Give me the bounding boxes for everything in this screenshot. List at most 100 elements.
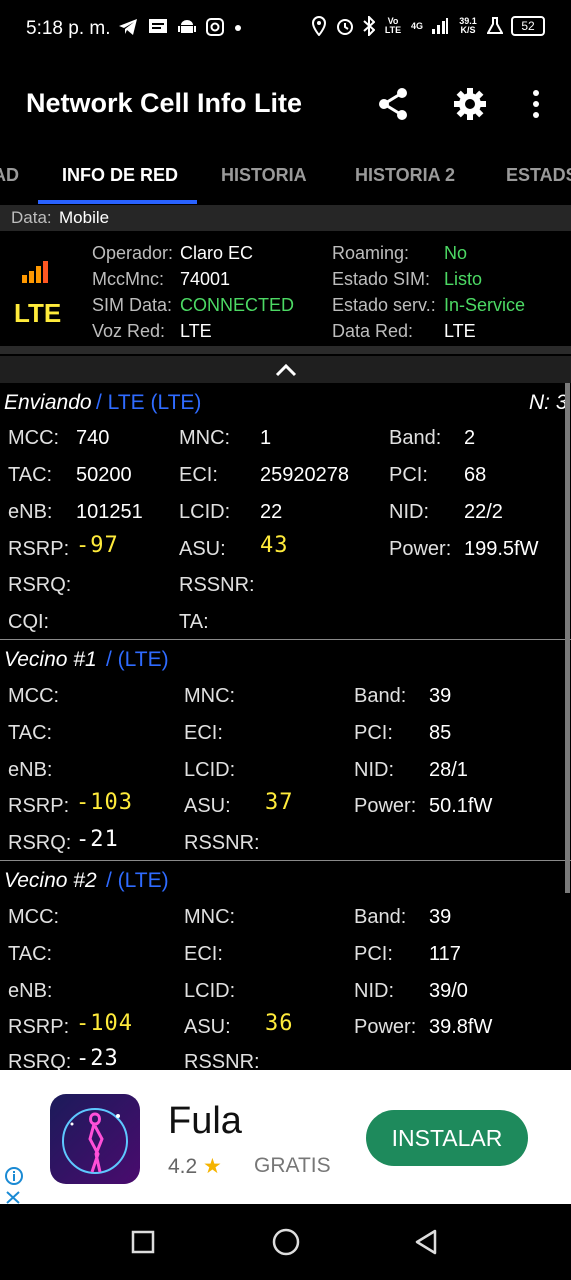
tac-label: TAC: <box>8 943 53 965</box>
pci-value: 68 <box>464 464 487 486</box>
rssnr-label: RSSNR: <box>179 574 255 596</box>
star-icon: ★ <box>203 1155 222 1178</box>
ad-banner[interactable]: Fula 4.2 ★ GRATIS INSTALAR <box>0 1070 571 1204</box>
rsrq-label: RSRQ: <box>8 1051 72 1070</box>
collapse-bar[interactable] <box>0 356 571 383</box>
ad-price: GRATIS <box>254 1154 331 1177</box>
rsrp-label: RSRP: <box>8 795 70 817</box>
status-time: 5:18 p. m. <box>26 18 111 39</box>
tab-historia[interactable]: HISTORIA <box>221 165 307 186</box>
speed-icon: 39.1 K/S <box>459 16 477 35</box>
status-left-icons <box>118 18 242 36</box>
voice-network-label: Voz Red: <box>92 321 166 341</box>
neighbor2-subtitle: / (LTE) <box>106 869 169 892</box>
pci-label: PCI: <box>389 464 428 486</box>
nid-value: 39/0 <box>429 980 468 1002</box>
power-label: Power: <box>389 538 452 560</box>
lcid-label: LCID: <box>184 759 236 781</box>
more-options-button[interactable] <box>516 84 556 124</box>
share-button[interactable] <box>373 84 413 124</box>
network-summary: LTE Operador: Claro EC MccMnc: 74001 SIM… <box>0 231 571 346</box>
asu-label: ASU: <box>184 1016 231 1038</box>
scrollbar[interactable] <box>565 383 570 893</box>
eci-value: 25920278 <box>260 464 349 486</box>
tab-estads[interactable]: ESTADS <box>506 165 571 186</box>
status-right-icons: Vo LTE 4G 39.1 K/S 52 <box>311 16 545 36</box>
ad-app-icon[interactable] <box>50 1094 140 1184</box>
neighbor1-title: Vecino #1 <box>4 648 97 671</box>
rssnr-label: RSSNR: <box>184 832 260 854</box>
sim-data-label: SIM Data: <box>92 295 173 315</box>
nid-label: NID: <box>389 501 429 523</box>
service-state-value: In-Service <box>444 295 526 315</box>
status-bar: 5:18 p. m. Vo LTE 4G 39.1 K/S 52 <box>0 0 571 60</box>
rsrp-label: RSRP: <box>8 1016 70 1038</box>
enb-label: eNB: <box>8 759 53 781</box>
tac-value: 50200 <box>76 464 132 486</box>
ad-close-icon[interactable] <box>5 1190 21 1204</box>
asu-value: 36 <box>265 1011 294 1036</box>
ad-rating: 4.2 ★ <box>168 1154 222 1179</box>
signal-icon <box>432 18 448 34</box>
nid-value: 28/1 <box>429 759 468 781</box>
operator-label: Operador: <box>92 243 174 263</box>
back-button[interactable] <box>408 1224 444 1260</box>
mnc-label: MNC: <box>184 685 236 707</box>
sim-data-value: CONNECTED <box>180 295 295 315</box>
install-button[interactable]: INSTALAR <box>366 1110 528 1166</box>
tab-ad[interactable]: AD <box>0 165 19 186</box>
neighbor-cell-1: Vecino #1 / (LTE) MCC: MNC: Band: 39 TAC… <box>0 640 571 860</box>
nid-label: NID: <box>354 759 394 781</box>
roaming-value: No <box>444 243 468 263</box>
home-button[interactable] <box>268 1224 304 1260</box>
settings-button[interactable] <box>450 84 490 124</box>
asu-value: 43 <box>260 533 289 558</box>
power-value: 199.5fW <box>464 538 539 560</box>
asu-label: ASU: <box>184 795 231 817</box>
share-icon <box>379 88 407 120</box>
chevron-up-icon[interactable] <box>275 363 297 377</box>
band-label: Band: <box>354 906 407 928</box>
lab-icon <box>487 17 503 34</box>
signal-strength-icon <box>22 261 48 283</box>
serving-subtitle: / LTE (LTE) <box>96 391 202 414</box>
rsrq-value: -23 <box>76 1046 119 1070</box>
tab-indicator <box>38 200 197 204</box>
neighbor1-subtitle: / (LTE) <box>106 648 169 671</box>
tab-info-de-red[interactable]: INFO DE RED <box>62 165 178 186</box>
data-network-value: LTE <box>444 321 476 341</box>
band-label: Band: <box>389 427 442 449</box>
tab-historia-2[interactable]: HISTORIA 2 <box>355 165 455 186</box>
nid-label: NID: <box>354 980 394 1002</box>
pci-value: 85 <box>429 722 452 744</box>
4g-icon: 4G <box>410 20 423 31</box>
battery-level: 52 <box>521 19 535 33</box>
tab-bar: AD INFO DE RED HISTORIA HISTORIA 2 ESTAD… <box>0 145 571 205</box>
rsrp-label: RSRP: <box>8 538 70 560</box>
home-icon <box>272 1228 300 1256</box>
eci-label: ECI: <box>179 464 218 486</box>
asu-value: 37 <box>265 790 294 815</box>
divider <box>0 346 571 354</box>
mnc-label: MNC: <box>184 906 236 928</box>
nid-value: 22/2 <box>464 501 503 523</box>
band-value: 39 <box>429 906 452 928</box>
tac-label: TAC: <box>8 722 53 744</box>
rsrq-label: RSRQ: <box>8 574 72 596</box>
cqi-label: CQI: <box>8 611 50 633</box>
enb-label: eNB: <box>8 501 53 523</box>
rssnr-label: RSSNR: <box>184 1051 260 1070</box>
tech-label: LTE <box>14 298 62 328</box>
tac-label: TAC: <box>8 464 53 486</box>
recents-button[interactable] <box>125 1224 161 1260</box>
ad-info-icon[interactable] <box>4 1166 24 1186</box>
band-value: 39 <box>429 685 452 707</box>
instagram-icon <box>206 18 224 36</box>
navigation-bar <box>0 1204 571 1280</box>
power-value: 39.8fW <box>429 1016 493 1038</box>
power-label: Power: <box>354 795 417 817</box>
neighbor-count: N: 3 <box>529 391 568 414</box>
ad-app-name[interactable]: Fula <box>168 1100 242 1143</box>
asu-label: ASU: <box>179 538 226 560</box>
enb-value: 101251 <box>76 501 143 523</box>
